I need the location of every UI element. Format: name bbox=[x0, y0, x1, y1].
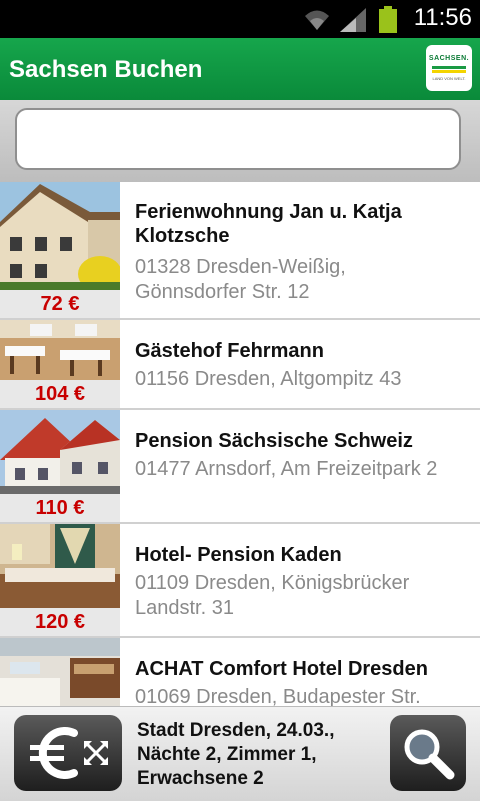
price-filter-button[interactable] bbox=[14, 715, 122, 791]
hotel-address: 01069 Dresden, Budapester Str. bbox=[135, 686, 421, 706]
sachsen-logo[interactable]: SACHSEN. LAND VON WELT. bbox=[426, 45, 472, 91]
hotel-photo bbox=[0, 524, 120, 608]
price-label: 110 € bbox=[0, 494, 120, 522]
hotel-name: Ferienwohnung Jan u. Katja Klotzsche bbox=[135, 201, 402, 247]
search-button[interactable] bbox=[390, 715, 466, 791]
list-item[interactable]: 72 € Ferienwohnung Jan u. Katja Klotzsch… bbox=[0, 182, 480, 320]
logo-yellow-stripe bbox=[432, 70, 466, 73]
hotel-address: 01109 Dresden, Königsbrücker Landstr. 31 bbox=[135, 572, 410, 619]
hotel-name: Gästehof Fehrmann bbox=[135, 340, 324, 362]
hotel-photo bbox=[0, 320, 120, 380]
hotel-photo bbox=[0, 182, 120, 290]
list-item[interactable]: 104 € Gästehof Fehrmann 01156 Dresden, A… bbox=[0, 320, 480, 410]
search-input[interactable] bbox=[15, 108, 461, 170]
app-title: Sachsen Buchen bbox=[9, 56, 203, 83]
price-label: 120 € bbox=[0, 608, 120, 636]
hotel-photo bbox=[0, 638, 120, 706]
magnifier-icon bbox=[404, 729, 455, 780]
logo-green-stripe bbox=[432, 66, 466, 69]
list-item[interactable]: ACHAT Comfort Hotel Dresden 01069 Dresde… bbox=[0, 638, 480, 706]
hotel-list[interactable]: 72 € Ferienwohnung Jan u. Katja Klotzsch… bbox=[0, 182, 480, 706]
price-label: 104 € bbox=[0, 380, 120, 408]
status-bar: 11:56 bbox=[0, 0, 480, 38]
signal-icon bbox=[340, 8, 366, 32]
search-bar bbox=[0, 100, 480, 182]
hotel-name: Hotel- Pension Kaden bbox=[135, 544, 342, 566]
app-header: Sachsen Buchen SACHSEN. LAND VON WELT. bbox=[0, 38, 480, 101]
logo-subtext: LAND VON WELT. bbox=[432, 76, 466, 81]
search-criteria-text[interactable]: Stadt Dresden, 24.03., Nächte 2, Zimmer … bbox=[137, 719, 382, 791]
hotel-name: ACHAT Comfort Hotel Dresden bbox=[135, 658, 428, 680]
list-item[interactable]: 110 € Pension Sächsische Schweiz 01477 A… bbox=[0, 410, 480, 524]
battery-icon bbox=[379, 6, 397, 33]
search-summary-bar: Stadt Dresden, 24.03., Nächte 2, Zimmer … bbox=[0, 706, 480, 801]
hotel-photo bbox=[0, 410, 120, 494]
hotel-address: 01156 Dresden, Altgompitz 43 bbox=[135, 368, 402, 390]
price-label: 72 € bbox=[0, 290, 120, 318]
wifi-icon bbox=[305, 10, 329, 30]
list-item[interactable]: 120 € Hotel- Pension Kaden 01109 Dresden… bbox=[0, 524, 480, 638]
hotel-address: 01477 Arnsdorf, Am Freizeitpark 2 bbox=[135, 458, 438, 480]
logo-text: SACHSEN. bbox=[428, 55, 470, 62]
hotel-address: 01328 Dresden-Weißig, Gönnsdorfer Str. 1… bbox=[135, 256, 346, 303]
euro-icon bbox=[30, 727, 108, 779]
hotel-name: Pension Sächsische Schweiz bbox=[135, 430, 413, 452]
clock: 11:56 bbox=[413, 4, 472, 31]
